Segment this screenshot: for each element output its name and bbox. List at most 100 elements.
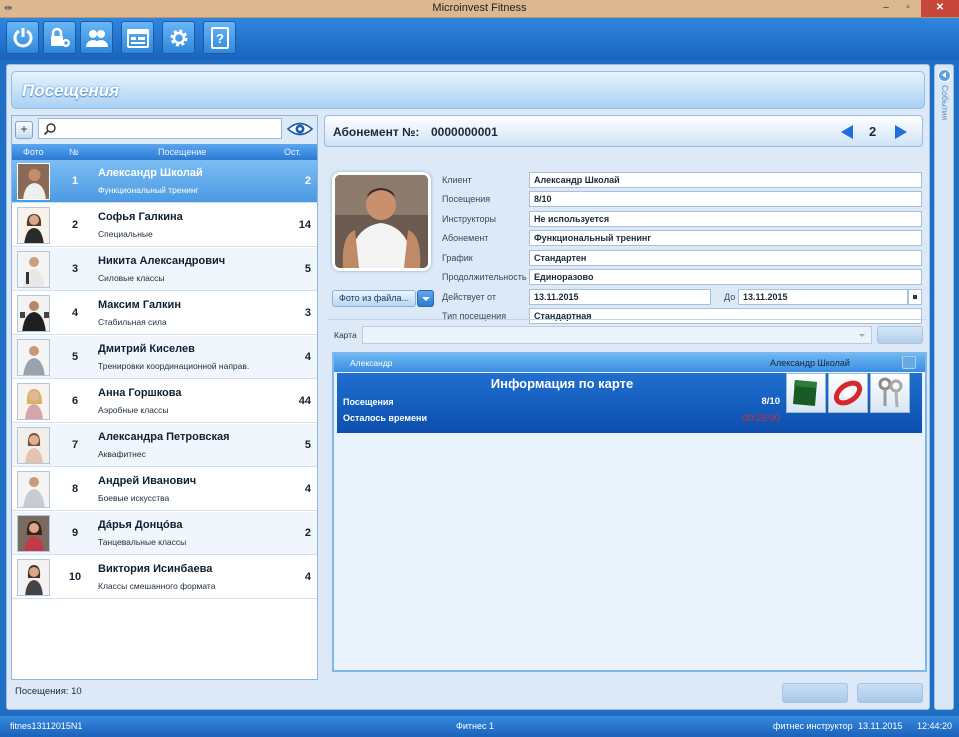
events-panel-label: События: [940, 85, 950, 121]
list-item[interactable]: 4 Максим Галкин Стабильная сила 3: [12, 292, 317, 335]
row-name: Александра Петровская: [98, 431, 230, 443]
gear-icon: [170, 29, 187, 46]
row-sub: Силовые классы: [98, 273, 165, 283]
search-row: +: [12, 116, 317, 144]
row-num: 2: [71, 219, 79, 231]
client-photo-thumb: [17, 471, 50, 508]
collapse-arrow-icon[interactable]: [938, 69, 951, 82]
page-header: Посещения: [11, 71, 925, 109]
page-number: 2: [869, 124, 877, 139]
row-count: 44: [298, 395, 311, 407]
valid-from-field[interactable]: 13.11.2015: [529, 289, 711, 305]
visits-label: Посещения: [442, 194, 491, 204]
row-num: 9: [71, 527, 79, 539]
maximize-button[interactable]: ▫: [897, 0, 919, 17]
row-sub: Стабильная сила: [98, 317, 167, 327]
keys-button[interactable]: [870, 373, 910, 413]
photo-from-file-button[interactable]: Фото из файла...: [332, 290, 416, 307]
status-location: Фитнес 1: [456, 721, 494, 731]
help-button[interactable]: ?: [203, 21, 236, 54]
list-item[interactable]: 7 Александра Петровская Аквафитнес 5: [12, 424, 317, 467]
client-photo-thumb: [17, 251, 50, 288]
client-label: Клиент: [442, 175, 472, 185]
status-time: 12:44:20: [917, 721, 953, 731]
list-item[interactable]: 8 Андрей Иванович Боевые искусства 4: [12, 468, 317, 511]
col-photo[interactable]: Фото: [23, 147, 44, 157]
calendar-icon: [126, 28, 149, 48]
row-num: 1: [71, 175, 79, 187]
col-num[interactable]: №: [69, 147, 79, 157]
duration-label: Продолжительность: [442, 272, 527, 282]
row-count: 3: [304, 307, 311, 319]
col-rest[interactable]: Ост.: [284, 147, 301, 157]
schedule-label: График: [442, 253, 473, 263]
photo-dropdown-button[interactable]: [417, 290, 434, 307]
visits-field[interactable]: 8/10: [529, 191, 922, 207]
instructors-field[interactable]: Не используется: [529, 211, 922, 227]
card-action-button[interactable]: [877, 326, 923, 344]
card-select[interactable]: [362, 326, 872, 344]
schedule-button[interactable]: [121, 21, 154, 54]
copy-icon[interactable]: [902, 356, 916, 369]
search-field[interactable]: [38, 118, 282, 139]
row-name: Анна Горшкова: [98, 387, 182, 399]
client-field[interactable]: Александр Школай: [529, 172, 922, 188]
card-info-panel: Александр Александр Школай Информация по…: [332, 352, 927, 672]
list-item[interactable]: 6 Анна Горшкова Аэробные классы 44: [12, 380, 317, 423]
eye-icon[interactable]: [286, 119, 314, 139]
list-item[interactable]: 2 Софья Галкина Специальные 14: [12, 204, 317, 247]
clients-button[interactable]: [80, 21, 113, 54]
save-button[interactable]: [782, 683, 848, 703]
main-toolbar: ?: [0, 18, 959, 60]
lock-settings-button[interactable]: [43, 21, 76, 54]
cancel-button[interactable]: [857, 683, 923, 703]
schedule-field[interactable]: Стандартен: [529, 250, 922, 266]
visits-list-panel: + Фото № Посещение Ост. 1 Александр Школ…: [11, 115, 318, 680]
list-item[interactable]: 3 Никита Александрович Силовые классы 5: [12, 248, 317, 291]
close-button[interactable]: ✕: [921, 0, 959, 17]
duration-field[interactable]: Единоразово: [529, 269, 922, 285]
valid-to-field[interactable]: 13.11.2015: [738, 289, 908, 305]
row-name: Никита Александрович: [98, 255, 226, 267]
card-row: Карта: [328, 319, 926, 347]
power-button[interactable]: [6, 21, 39, 54]
status-date: 13.11.2015: [858, 721, 903, 731]
list-item[interactable]: 5 Дмитрий Киселев Тренировки координацио…: [12, 336, 317, 379]
subscription-bar: Абонемент №: 0000000001 2: [324, 115, 923, 147]
towel-button[interactable]: [786, 373, 826, 413]
prev-arrow-icon[interactable]: [840, 124, 854, 140]
col-visit[interactable]: Посещение: [158, 147, 206, 157]
search-input[interactable]: [59, 121, 277, 136]
bracelet-button[interactable]: [828, 373, 868, 413]
row-sub: Тренировки координационной направ.: [98, 361, 250, 371]
bracelet-icon: [833, 380, 863, 406]
add-visit-button[interactable]: +: [15, 121, 33, 139]
list-item[interactable]: 9 Дáрья Донцóва Танцевальные классы 2: [12, 512, 317, 555]
row-name: Виктория Исинбаева: [98, 563, 213, 575]
row-sub: Функциональный тренинг: [98, 185, 199, 195]
settings-button[interactable]: [162, 21, 195, 54]
minimize-button[interactable]: –: [875, 0, 897, 17]
next-arrow-icon[interactable]: [894, 124, 908, 140]
visits-count: Посещения: 10: [15, 686, 82, 697]
window-title: Microinvest Fitness: [432, 2, 527, 14]
card-owner-full: Александр Школай: [770, 358, 850, 368]
date-picker-button[interactable]: [908, 289, 922, 305]
list-item[interactable]: 1 Александр Школай Функциональный тренин…: [12, 160, 317, 203]
client-photo-thumb: [17, 295, 50, 332]
row-sub: Специальные: [98, 229, 153, 239]
visit-detail-panel: Абонемент №: 0000000001 2 Фото из файла.…: [324, 115, 927, 680]
client-photo-thumb: [17, 339, 50, 376]
status-user: фитнес инструктор: [773, 721, 853, 731]
power-icon: [13, 27, 32, 47]
events-side-panel[interactable]: События: [934, 64, 954, 710]
list-item[interactable]: 10 Виктория Исинбаева Классы смешанного …: [12, 556, 317, 599]
subscription-type-field[interactable]: Функциональный тренинг: [529, 230, 922, 246]
valid-to-label: До: [724, 292, 736, 302]
card-visits-value: 8/10: [761, 396, 781, 407]
client-photo-thumb: [17, 427, 50, 464]
subscription-type-label: Абонемент: [442, 233, 489, 243]
row-name: Максим Галкин: [98, 299, 181, 311]
users-icon: [85, 29, 108, 47]
row-name: Софья Галкина: [98, 211, 183, 223]
